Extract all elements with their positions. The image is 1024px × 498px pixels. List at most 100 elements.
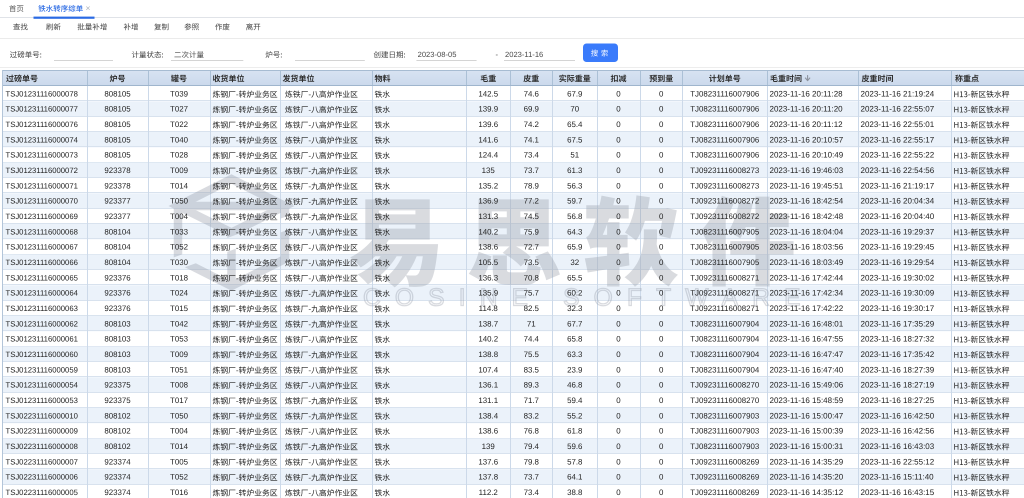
svg-text:0: 0	[659, 105, 664, 114]
svg-text:57.8: 57.8	[567, 457, 583, 466]
svg-text:0: 0	[616, 243, 621, 252]
svg-text:TJ09231116008271: TJ09231116008271	[690, 304, 759, 313]
svg-text:TJ09231116008269: TJ09231116008269	[690, 457, 760, 466]
svg-text:923375: 923375	[104, 396, 131, 405]
svg-text:0: 0	[659, 120, 664, 129]
svg-text:72.7: 72.7	[524, 243, 539, 252]
svg-text:65.4: 65.4	[567, 120, 583, 129]
svg-text:TJ09231116008269: TJ09231116008269	[690, 473, 760, 482]
svg-text:0: 0	[659, 212, 664, 221]
svg-text:808105: 808105	[104, 135, 131, 144]
svg-text:2023-11-16 17:42:34: 2023-11-16 17:42:34	[770, 289, 844, 298]
svg-text:T040: T040	[170, 135, 189, 144]
svg-text:2023-11-16 16:42:50: 2023-11-16 16:42:50	[861, 411, 935, 420]
svg-text:2023-11-16 16:42:56: 2023-11-16 16:42:56	[861, 427, 935, 436]
svg-text:T028: T028	[170, 151, 189, 160]
svg-text:0: 0	[616, 457, 621, 466]
svg-text:2023-11-16 15:49:06: 2023-11-16 15:49:06	[770, 381, 844, 390]
svg-text:TJ09231116008271: TJ09231116008271	[690, 273, 759, 282]
svg-text:2023-11-16 16:47:55: 2023-11-16 16:47:55	[770, 335, 844, 344]
svg-text:71.7: 71.7	[524, 396, 539, 405]
svg-text:124.4: 124.4	[478, 151, 498, 160]
svg-text:T004: T004	[170, 427, 189, 436]
svg-text:TSJ01231116000060: TSJ01231116000060	[6, 350, 78, 359]
svg-text:TJ08231116007906: TJ08231116007906	[690, 120, 760, 129]
svg-text:T027: T027	[170, 105, 188, 114]
svg-text:0: 0	[616, 227, 621, 236]
svg-text:138.6: 138.6	[478, 427, 498, 436]
svg-text:TSJ01231116000054: TSJ01231116000054	[6, 381, 79, 390]
svg-text:0: 0	[616, 289, 621, 298]
svg-text:112.2: 112.2	[479, 488, 498, 497]
svg-text:0: 0	[659, 381, 664, 390]
svg-text:2023-11-16 20:11:28: 2023-11-16 20:11:28	[770, 89, 844, 98]
svg-text:0: 0	[659, 350, 664, 359]
svg-text:808103: 808103	[104, 350, 131, 359]
svg-text:2023-11-16 18:27:25: 2023-11-16 18:27:25	[861, 396, 935, 405]
svg-text:2023-11-16 22:55:07: 2023-11-16 22:55:07	[861, 105, 935, 114]
svg-text:64.1: 64.1	[567, 473, 582, 482]
svg-text:0: 0	[659, 151, 664, 160]
svg-text:61.8: 61.8	[567, 427, 583, 436]
svg-text:2023-11-16 18:27:39: 2023-11-16 18:27:39	[861, 365, 935, 374]
svg-text:136.1: 136.1	[478, 381, 498, 390]
svg-text:59.4: 59.4	[567, 396, 583, 405]
svg-text:T050: T050	[170, 197, 189, 206]
svg-text:TJ08231116007904: TJ08231116007904	[690, 350, 760, 359]
svg-text:TJ08231116007903: TJ08231116007903	[690, 427, 760, 436]
svg-text:139.9: 139.9	[478, 105, 498, 114]
svg-text:TJ09231116008271: TJ09231116008271	[690, 289, 759, 298]
svg-text:67.5: 67.5	[567, 135, 583, 144]
svg-text:51: 51	[570, 151, 579, 160]
svg-text:114.8: 114.8	[479, 304, 499, 313]
svg-text:T050: T050	[170, 411, 189, 420]
svg-text:923375: 923375	[104, 381, 131, 390]
svg-text:808105: 808105	[104, 151, 131, 160]
svg-text:923374: 923374	[104, 473, 131, 482]
svg-text:137.6: 137.6	[478, 457, 498, 466]
svg-text:138.4: 138.4	[478, 411, 498, 420]
svg-text:T009: T009	[170, 350, 189, 359]
svg-text:2023-11-16 18:04:04: 2023-11-16 18:04:04	[770, 227, 844, 236]
svg-text:808103: 808103	[104, 335, 131, 344]
svg-text:TJ09231116008273: TJ09231116008273	[690, 181, 760, 190]
svg-text:0: 0	[659, 258, 664, 267]
svg-text:32: 32	[570, 258, 579, 267]
svg-text:2023-11-16 19:29:45: 2023-11-16 19:29:45	[861, 243, 935, 252]
svg-text:67.7: 67.7	[567, 319, 582, 328]
svg-text:74.1: 74.1	[524, 135, 539, 144]
svg-text:TJ08231116007906: TJ08231116007906	[690, 105, 760, 114]
svg-text:0: 0	[616, 365, 621, 374]
svg-text:73.7: 73.7	[524, 166, 539, 175]
svg-text:70.8: 70.8	[524, 273, 540, 282]
svg-text:77.2: 77.2	[524, 197, 539, 206]
svg-text:0: 0	[659, 396, 664, 405]
svg-text:T052: T052	[170, 473, 188, 482]
svg-text:55.2: 55.2	[567, 411, 582, 420]
svg-text:0: 0	[616, 427, 621, 436]
svg-text:74.6: 74.6	[524, 89, 540, 98]
svg-text:808102: 808102	[104, 442, 130, 451]
svg-text:T018: T018	[170, 273, 189, 282]
svg-text:0: 0	[616, 411, 621, 420]
svg-text:2023-11-16 19:46:03: 2023-11-16 19:46:03	[770, 166, 844, 175]
svg-text:2023-11-16 19:30:09: 2023-11-16 19:30:09	[861, 289, 935, 298]
svg-text:2023-11-16 20:04:34: 2023-11-16 20:04:34	[861, 197, 935, 206]
svg-text:136.9: 136.9	[478, 197, 498, 206]
svg-text:TJ08231116007905: TJ08231116007905	[690, 243, 760, 252]
svg-text:2023-11-16 16:47:40: 2023-11-16 16:47:40	[770, 365, 844, 374]
svg-text:2023-11-16 21:19:24: 2023-11-16 21:19:24	[861, 89, 935, 98]
svg-text:2023-11-16 15:00:47: 2023-11-16 15:00:47	[770, 411, 844, 420]
svg-text:923374: 923374	[104, 457, 131, 466]
svg-text:2023-11-16 18:42:54: 2023-11-16 18:42:54	[770, 197, 844, 206]
svg-text:65.5: 65.5	[567, 273, 583, 282]
svg-text:TSJ01231116000074: TSJ01231116000074	[6, 135, 79, 144]
svg-text:59.6: 59.6	[567, 442, 583, 451]
svg-text:0: 0	[659, 319, 664, 328]
svg-text:808104: 808104	[104, 243, 131, 252]
svg-text:2023-11-16 15:00:31: 2023-11-16 15:00:31	[770, 442, 844, 451]
svg-text:2023-11-16 17:35:29: 2023-11-16 17:35:29	[861, 319, 935, 328]
svg-text:2023-11-16 22:55:01: 2023-11-16 22:55:01	[861, 120, 935, 129]
svg-text:131.3: 131.3	[478, 212, 498, 221]
svg-text:0: 0	[616, 181, 621, 190]
